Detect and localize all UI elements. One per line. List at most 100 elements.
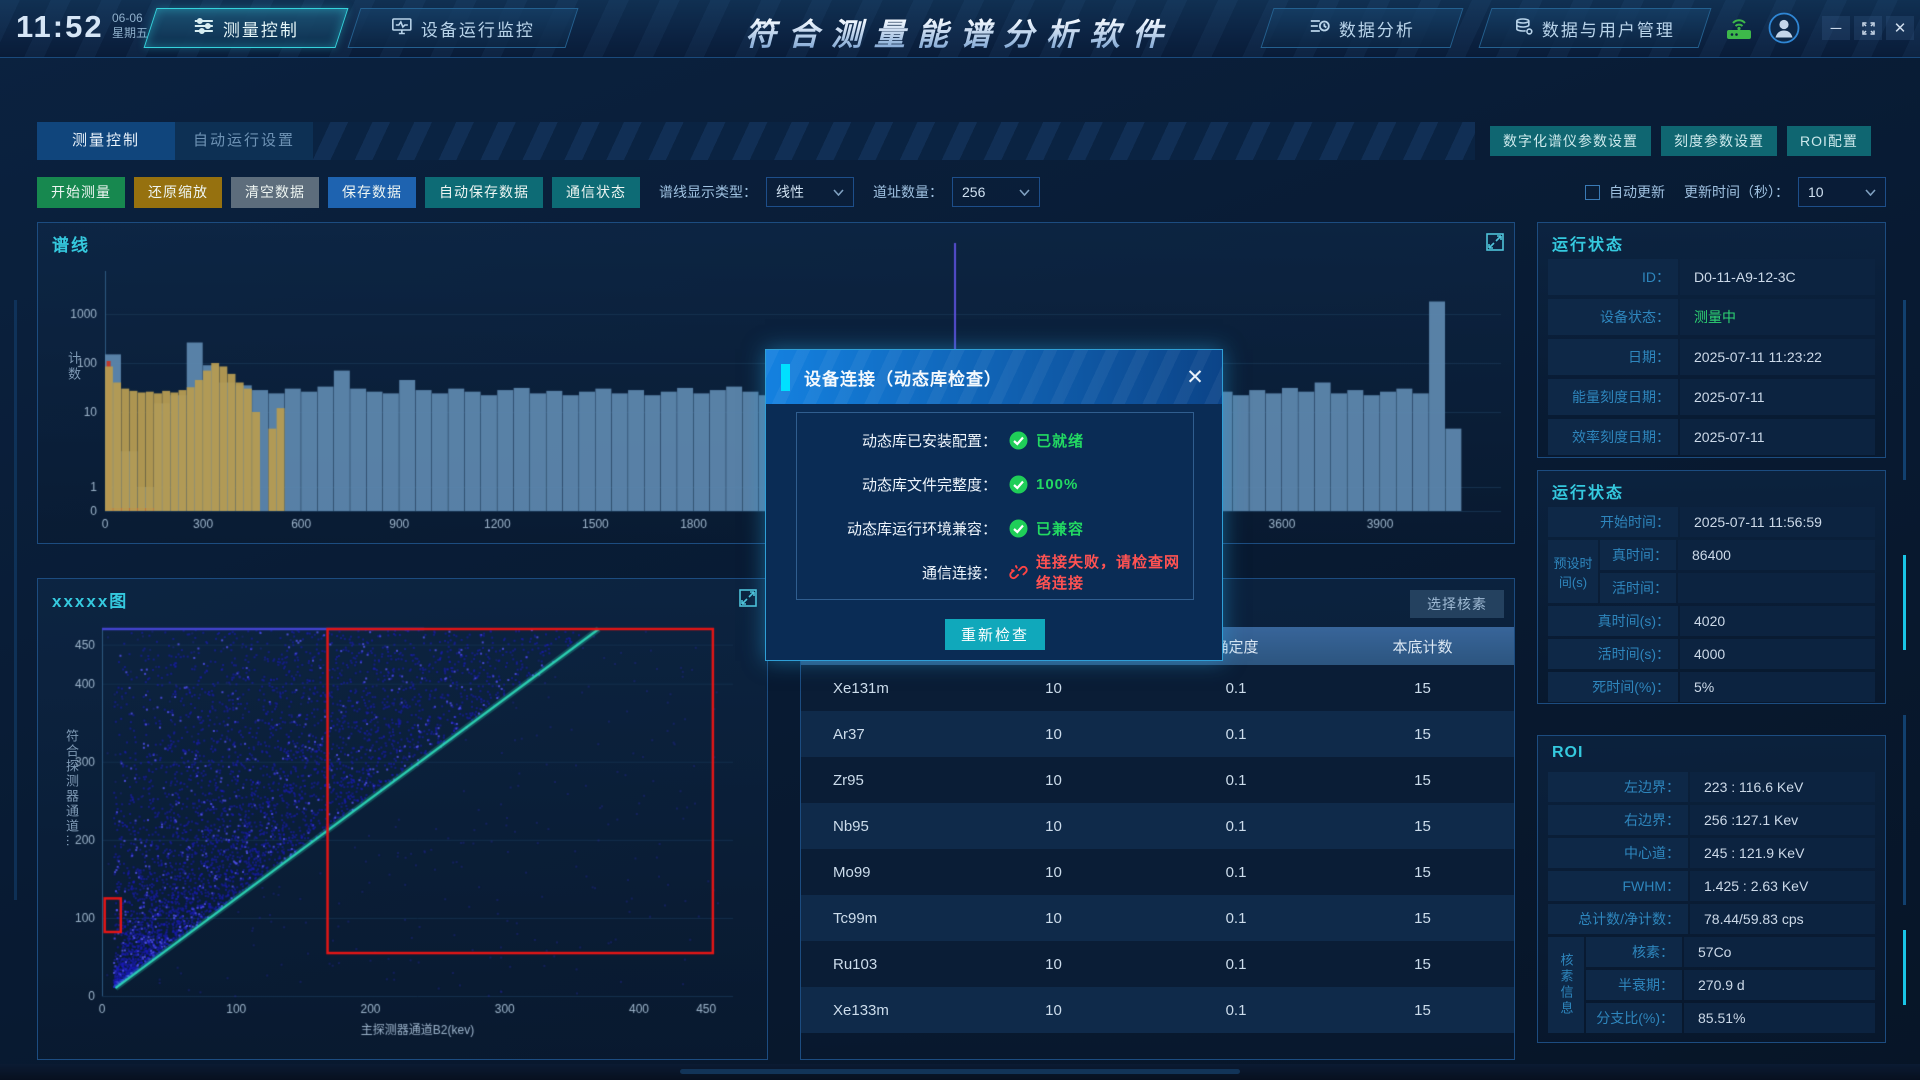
table-cell: Nb95 [801, 803, 966, 849]
chevron-down-icon [1865, 189, 1876, 196]
nav-tab-label: 设备运行监控 [421, 16, 535, 41]
info-row: 活时间(s)：4000 [1548, 639, 1875, 669]
control-button[interactable]: 清空数据 [231, 177, 319, 208]
channel-count-select[interactable]: 256 [952, 177, 1040, 207]
table-row[interactable]: Ar37100.115 [801, 711, 1514, 757]
close-icon[interactable]: ✕ [1182, 364, 1208, 390]
table-row[interactable]: Nb95100.115 [801, 803, 1514, 849]
table-row[interactable]: Ru103100.115 [801, 941, 1514, 987]
info-row: 中心道：245 : 121.9 KeV [1548, 838, 1875, 868]
nav-tab-device-monitor[interactable]: 设备运行监控 [348, 8, 579, 48]
date-text: 06-06 [112, 11, 148, 26]
auto-update-controls: 自动更新 更新时间（秒）： 10 [1585, 176, 1886, 208]
calibration-params-button[interactable]: 刻度参数设置 [1661, 126, 1777, 156]
info-row: 开始时间：2025-07-11 11:56:59 [1548, 507, 1875, 537]
edge-accent [1903, 300, 1906, 480]
control-button[interactable]: 自动保存数据 [425, 177, 543, 208]
roi-panel: ROI 左边界：223 : 116.6 KeV右边界：256 :127.1 Ke… [1537, 735, 1886, 1043]
recheck-button[interactable]: 重新检查 [945, 619, 1045, 650]
nav-tab-data-analysis[interactable]: 数据分析 [1261, 8, 1464, 48]
panel-title: 运行状态 [1552, 231, 1624, 255]
scatter-y-axis-label: 符合探测器通道… [62, 729, 81, 849]
expand-icon[interactable] [1486, 233, 1504, 251]
control-button[interactable]: 保存数据 [328, 177, 416, 208]
check-status: 连接失败，请检查网络连接 [1036, 551, 1193, 593]
select-value: 10 [1808, 184, 1824, 200]
close-icon[interactable]: ✕ [1886, 16, 1914, 40]
device-connection-modal: 设备连接（动态库检查） ✕ 动态库已安装配置：已就绪动态库文件完整度：100%动… [765, 349, 1223, 661]
table-cell: 0.1 [1141, 711, 1331, 757]
check-label: 动态库已安装配置： [797, 430, 997, 451]
coincidence-map-panel: xxxxx图 符合探测器通道… [37, 578, 768, 1060]
run-status-panel-2: 运行状态 开始时间：2025-07-11 11:56:59预设时间(s)真时间：… [1537, 470, 1886, 704]
table-cell: 15 [1331, 941, 1514, 987]
table-cell: Xe131m [801, 665, 966, 711]
check-status: 已兼容 [1036, 518, 1084, 539]
table-row[interactable]: Zr95100.115 [801, 757, 1514, 803]
nav-tab-measure-control[interactable]: 测量控制 [144, 8, 349, 48]
check-label: 动态库文件完整度： [797, 474, 997, 495]
table-cell: Tc99m [801, 895, 966, 941]
table-row[interactable]: Mo99100.115 [801, 849, 1514, 895]
table-cell: 0.1 [1141, 987, 1331, 1033]
tab-measure-control[interactable]: 测量控制 [37, 122, 175, 160]
tab-band: 测量控制 自动运行设置 [37, 122, 1475, 160]
info-row: 分支比(%)：85.51% [1586, 1003, 1875, 1033]
select-nuclide-button[interactable]: 选择核素 [1410, 590, 1504, 618]
check-row: 通信连接：连接失败，请检查网络连接 [797, 550, 1193, 594]
table-cell: 0.1 [1141, 849, 1331, 895]
nav-tab-label: 测量控制 [223, 16, 299, 41]
roi-config-button[interactable]: ROI配置 [1787, 126, 1871, 156]
nav-tab-data-user-mgmt[interactable]: 数据与用户管理 [1479, 8, 1712, 48]
info-row: 设备状态：测量中 [1548, 299, 1875, 335]
chevron-down-icon [833, 189, 844, 196]
check-row: 动态库运行环境兼容：已兼容 [797, 506, 1193, 550]
auto-update-checkbox[interactable] [1585, 185, 1600, 200]
sliders-icon [194, 18, 214, 39]
network-device-icon[interactable] [1722, 14, 1756, 42]
table-cell: 10 [966, 757, 1141, 803]
modal-header: 设备连接（动态库检查） ✕ [766, 350, 1222, 404]
table-cell: Xe133m [801, 987, 966, 1033]
edge-accent [14, 300, 17, 900]
maximize-button[interactable] [1854, 16, 1882, 40]
table-cell: 0.1 [1141, 803, 1331, 849]
check-circle-icon [1009, 431, 1028, 450]
info-row: 半衰期：270.9 d [1586, 970, 1875, 1000]
panel-title: 运行状态 [1552, 479, 1624, 503]
spectrum-display-type-label: 谱线显示类型： [659, 182, 757, 202]
minimize-button[interactable]: ─ [1822, 16, 1850, 40]
scatter-chart-canvas[interactable] [38, 579, 767, 1059]
coincidence-map-title: xxxxx图 [52, 587, 128, 612]
chevron-down-icon [1019, 189, 1030, 196]
digitizer-params-button[interactable]: 数字化谱仪参数设置 [1490, 126, 1651, 156]
info-row: 能量刻度日期：2025-07-11 [1548, 379, 1875, 415]
database-icon [1515, 17, 1533, 39]
clock-time: 11:52 [16, 9, 104, 45]
monitor-icon [392, 17, 412, 39]
check-status: 100% [1036, 476, 1078, 493]
table-row[interactable]: Xe133m100.115 [801, 987, 1514, 1033]
info-row: 核素：57Co [1586, 937, 1875, 967]
spectrum-panel-title: 谱线 [52, 231, 90, 256]
control-button[interactable]: 还原缩放 [134, 177, 222, 208]
table-row[interactable]: Xe131m100.115 [801, 665, 1514, 711]
table-cell: 15 [1331, 665, 1514, 711]
tab-auto-run-settings[interactable]: 自动运行设置 [175, 122, 313, 160]
check-circle-icon [1009, 475, 1028, 494]
table-cell: Zr95 [801, 757, 966, 803]
edge-accent [1903, 930, 1906, 1005]
control-button[interactable]: 开始测量 [37, 177, 125, 208]
info-row: 真时间(s)：4020 [1548, 606, 1875, 636]
update-interval-select[interactable]: 10 [1798, 177, 1886, 207]
control-button[interactable]: 通信状态 [552, 177, 640, 208]
edge-accent [1903, 715, 1906, 905]
table-row[interactable]: Tc99m100.115 [801, 895, 1514, 941]
table-cell: 0.1 [1141, 941, 1331, 987]
expand-icon[interactable] [739, 589, 757, 607]
table-cell: 15 [1331, 803, 1514, 849]
info-row: 活时间： [1600, 573, 1875, 603]
spectrum-display-type-select[interactable]: 线性 [766, 177, 854, 207]
user-avatar-icon[interactable] [1768, 12, 1800, 44]
table-cell: 10 [966, 803, 1141, 849]
